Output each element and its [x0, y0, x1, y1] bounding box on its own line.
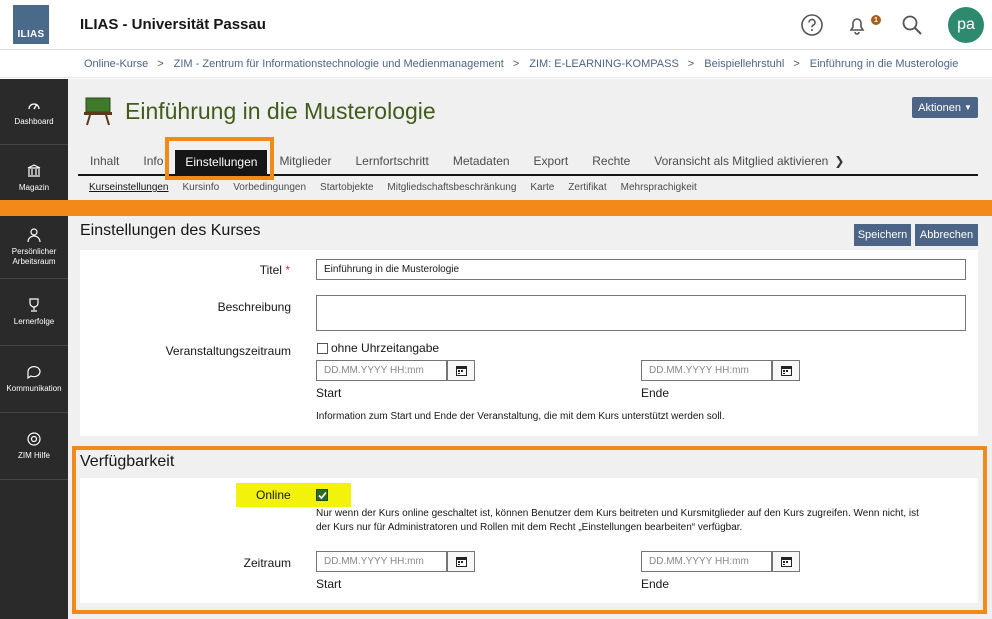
sidebar-item-label: Kommunikation	[6, 384, 62, 393]
actions-label: Aktionen	[918, 101, 961, 114]
breadcrumb-item[interactable]: ZIM - Zentrum für Informationstechnologi…	[174, 58, 504, 70]
notification-bell-icon[interactable]	[844, 12, 870, 38]
sidebar-item-lernerfolge[interactable]: Lernerfolge	[0, 279, 68, 346]
lifebuoy-icon	[27, 432, 41, 446]
top-header: ILIAS ILIAS - Universität Passau 1 pa	[0, 0, 992, 50]
calendar-icon[interactable]	[772, 360, 800, 381]
tab-highlight-annotation	[165, 137, 274, 180]
sidebar-item-zim-hilfe[interactable]: ZIM Hilfe	[0, 413, 68, 480]
period-end-input[interactable]: DD.MM.YYYY HH:mm	[641, 360, 772, 381]
dashboard-icon	[28, 102, 40, 109]
sidebar-item-dashboard[interactable]: Dashboard	[0, 79, 68, 145]
tab-rechte[interactable]: Rechte	[580, 154, 642, 174]
course-icon	[84, 97, 112, 126]
sidebar-item-label: ZIM Hilfe	[18, 451, 50, 460]
cancel-button[interactable]: Abbrechen	[915, 224, 978, 246]
subtab-bar: Kurseinstellungen Kursinfo Vorbedingunge…	[89, 182, 711, 193]
sidebar-item-label: Magazin	[18, 183, 50, 192]
logo-text: ILIAS	[17, 29, 45, 40]
breadcrumb-chevron-icon: >	[687, 58, 695, 70]
online-label: Online	[256, 488, 291, 502]
subtab-mehrsprachigkeit[interactable]: Mehrsprachigkeit	[621, 182, 697, 193]
chevron-right-icon[interactable]: ❯	[834, 154, 844, 174]
sidebar-item-label: Persönlicher Arbeitsraum	[11, 247, 57, 266]
breadcrumb-item[interactable]: Online-Kurse	[84, 58, 148, 70]
sidebar-item-label: Lernerfolge	[13, 317, 55, 326]
period-start-input[interactable]: DD.MM.YYYY HH:mm	[316, 360, 447, 381]
breadcrumb-item-current[interactable]: Einführung in die Musterologie	[810, 58, 959, 70]
site-title[interactable]: ILIAS - Universität Passau	[80, 16, 266, 33]
subtab-mitgliedschaftsbeschraenkung[interactable]: Mitgliedschaftsbeschränkung	[387, 182, 516, 193]
subtab-kursinfo[interactable]: Kursinfo	[183, 182, 220, 193]
breadcrumb-item[interactable]: Beispiellehrstuhl	[704, 58, 784, 70]
breadcrumb-item[interactable]: ZIM: E-LEARNING-KOMPASS	[529, 58, 679, 70]
subtab-startobjekte[interactable]: Startobjekte	[320, 182, 373, 193]
title-input[interactable]: Einführung in die Musterologie	[316, 259, 966, 280]
notification-badge: 1	[871, 15, 881, 25]
end-label: Ende	[641, 386, 670, 400]
tab-export[interactable]: Export	[522, 154, 581, 174]
breadcrumb-chevron-icon: >	[157, 58, 164, 70]
description-label: Beschreibung	[217, 300, 291, 314]
user-icon	[27, 228, 41, 243]
tab-voransicht[interactable]: Voransicht als Mitglied aktivieren	[642, 154, 840, 174]
main-sidebar: Dashboard Magazin Persönlicher Arbeitsra…	[0, 79, 68, 619]
online-highlight-annotation: Online	[236, 483, 351, 507]
checkmark-icon	[317, 491, 327, 499]
actions-dropdown-button[interactable]: Aktionen ▼	[912, 97, 978, 118]
tab-lernfortschritt[interactable]: Lernfortschritt	[343, 154, 440, 174]
caret-down-icon: ▼	[963, 103, 972, 112]
magazine-icon	[27, 164, 41, 177]
search-icon[interactable]	[899, 12, 925, 38]
page-title: Einführung in die Musterologie	[125, 98, 436, 124]
save-button[interactable]: Speichern	[854, 224, 911, 246]
no-time-label: ohne Uhrzeitangabe	[331, 341, 440, 355]
subtab-karte[interactable]: Karte	[530, 182, 554, 193]
no-time-checkbox[interactable]	[317, 343, 328, 354]
subtab-zertifikat[interactable]: Zertifikat	[568, 182, 606, 193]
user-avatar[interactable]: pa	[948, 7, 984, 43]
availability-highlight-annotation	[72, 446, 987, 614]
breadcrumb-chevron-icon: >	[512, 58, 520, 70]
sidebar-item-workspace[interactable]: Persönlicher Arbeitsraum	[0, 216, 68, 279]
cancel-label: Abbrechen	[919, 229, 974, 241]
subtab-vorbedingungen[interactable]: Vorbedingungen	[233, 182, 306, 193]
tab-metadaten[interactable]: Metadaten	[441, 154, 522, 174]
subtab-kurseinstellungen[interactable]: Kurseinstellungen	[89, 182, 169, 193]
ilias-logo[interactable]: ILIAS	[13, 5, 49, 44]
online-checkbox[interactable]	[316, 489, 328, 501]
sidebar-item-label: Dashboard	[14, 116, 54, 126]
title-label: Titel *	[140, 263, 290, 277]
tab-inhalt[interactable]: Inhalt	[78, 154, 131, 174]
section-title: Einstellungen des Kurses	[80, 222, 261, 239]
start-label: Start	[316, 386, 342, 400]
period-info-text: Information zum Start und Ende der Veran…	[316, 411, 725, 422]
description-textarea[interactable]	[316, 295, 966, 331]
annotation-bar	[0, 200, 992, 216]
breadcrumb-chevron-icon: >	[793, 58, 800, 70]
title-label-text: Titel	[259, 263, 282, 277]
required-marker: *	[285, 263, 290, 277]
sidebar-item-kommunikation[interactable]: Kommunikation	[0, 346, 68, 413]
trophy-icon	[29, 298, 39, 312]
breadcrumb: Online-Kurse > ZIM - Zentrum für Informa…	[0, 51, 992, 78]
help-icon[interactable]	[799, 12, 825, 38]
tab-mitglieder[interactable]: Mitglieder	[267, 154, 343, 174]
period-label: Veranstaltungszeitraum	[165, 344, 291, 358]
course-settings-panel: Titel * Einführung in die Musterologie B…	[80, 250, 978, 436]
calendar-icon[interactable]	[447, 360, 475, 381]
chat-icon	[27, 366, 41, 380]
